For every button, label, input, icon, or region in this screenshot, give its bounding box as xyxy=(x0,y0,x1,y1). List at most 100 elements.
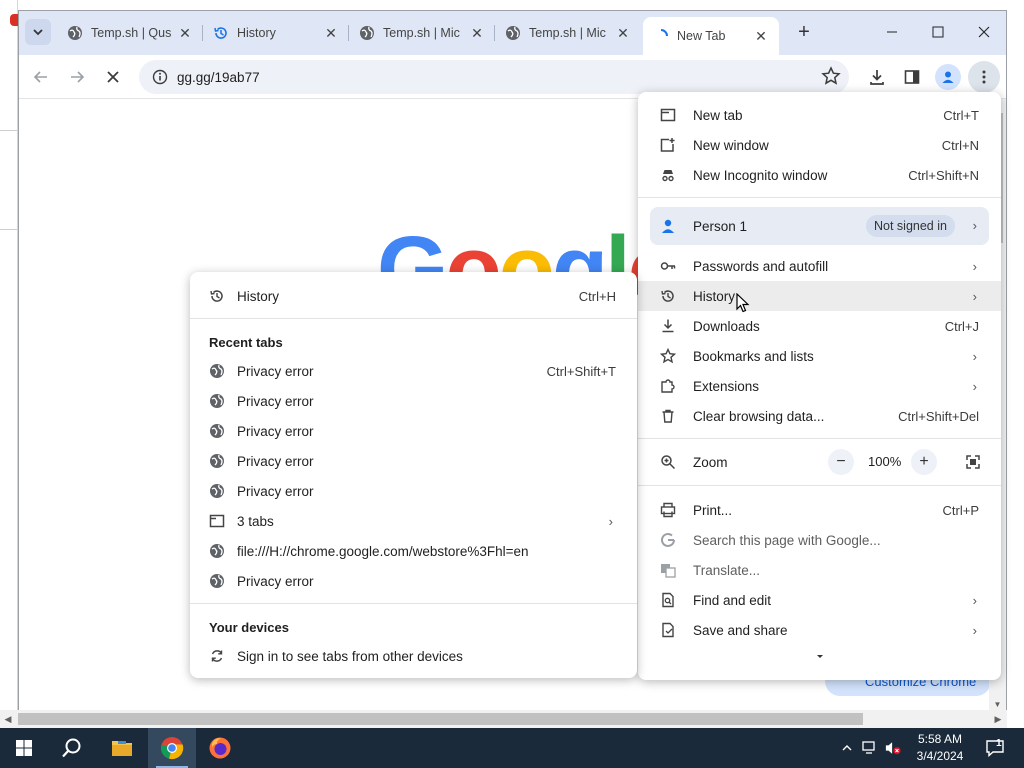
show-hidden-icons-button[interactable] xyxy=(839,740,855,756)
site-info-button[interactable] xyxy=(143,69,177,85)
menu-item-history[interactable]: History › xyxy=(638,281,1001,311)
forward-button[interactable] xyxy=(63,63,91,91)
menu-item-downloads[interactable]: Downloads Ctrl+J xyxy=(638,311,1001,341)
tab-search-button[interactable] xyxy=(25,19,51,45)
menu-item-search-page-google[interactable]: Search this page with Google... xyxy=(638,525,1001,555)
sign-in-devices-item[interactable]: Sign in to see tabs from other devices xyxy=(190,641,637,671)
chevron-down-icon xyxy=(33,29,43,36)
close-icon[interactable]: ✕ xyxy=(469,25,485,41)
menu-item-print[interactable]: Print... Ctrl+P xyxy=(638,495,1001,525)
tab-temp-sh-2[interactable]: Temp.sh | Mic ✕ xyxy=(349,17,495,49)
history-submenu: History Ctrl+H Recent tabs Privacy error… xyxy=(190,272,637,678)
person-icon xyxy=(662,219,674,233)
download-icon xyxy=(870,70,884,85)
url-text[interactable]: gg.gg/19ab77 xyxy=(177,70,260,85)
menu-item-label: Print... xyxy=(693,503,733,518)
loading-spinner-icon xyxy=(660,29,668,37)
recent-tab-item[interactable]: Privacy error xyxy=(190,386,637,416)
system-clock[interactable]: 5:58 AM 3/4/2024 xyxy=(904,731,976,765)
recent-window-item[interactable]: 3 tabs › xyxy=(190,506,637,536)
network-tray-icon[interactable] xyxy=(862,740,878,756)
recent-tab-label: Privacy error xyxy=(237,454,314,469)
tab-new-tab[interactable]: New Tab ✕ xyxy=(643,17,779,55)
chrome-menu-button[interactable] xyxy=(968,61,1000,93)
tab-history[interactable]: History ✕ xyxy=(203,17,349,49)
volume-muted-icon xyxy=(885,742,901,755)
recent-tab-item[interactable]: Privacy error xyxy=(190,566,637,596)
close-icon[interactable]: ✕ xyxy=(323,25,339,41)
menu-scroll-down-button[interactable] xyxy=(814,650,826,662)
chevron-right-icon: › xyxy=(972,593,977,608)
menu-separator xyxy=(190,318,637,319)
tab-temp-sh-1[interactable]: Temp.sh | Qus ✕ xyxy=(57,17,203,49)
history-item-label: History xyxy=(237,289,280,304)
menu-item-new-incognito-window[interactable]: New Incognito window Ctrl+Shift+N xyxy=(638,160,1001,190)
recent-tab-item[interactable]: Privacy error xyxy=(190,476,637,506)
scroll-right-arrow[interactable]: ▶ xyxy=(990,710,1006,728)
menu-item-person[interactable]: Person 1 Not signed in › xyxy=(650,207,989,245)
menu-item-passwords-autofill[interactable]: Passwords and autofill › xyxy=(638,251,1001,281)
fullscreen-button[interactable] xyxy=(960,449,986,475)
menu-item-label: History xyxy=(693,289,736,304)
key-icon xyxy=(660,262,676,270)
recent-tab-item[interactable]: Privacy error xyxy=(190,416,637,446)
menu-item-find-and-edit[interactable]: Find and edit › xyxy=(638,585,1001,615)
recent-tab-item[interactable]: Privacy error Ctrl+Shift+T xyxy=(190,356,637,386)
menu-item-label: New tab xyxy=(693,108,743,123)
file-explorer-taskbar-button[interactable] xyxy=(98,728,146,768)
close-icon[interactable]: ✕ xyxy=(753,28,769,44)
stop-loading-button[interactable] xyxy=(99,63,127,91)
globe-icon xyxy=(506,26,520,40)
person-icon xyxy=(942,71,954,83)
close-window-button[interactable] xyxy=(961,17,1006,47)
search-icon xyxy=(62,738,81,758)
recent-tab-label: Privacy error xyxy=(237,364,314,379)
bookmark-star-button[interactable] xyxy=(821,66,841,89)
desktop-app-icon xyxy=(10,14,18,26)
clock-time: 5:58 AM xyxy=(917,732,963,746)
menu-item-label: Extensions xyxy=(693,379,760,394)
firefox-taskbar-button[interactable] xyxy=(196,728,244,768)
maximize-button[interactable] xyxy=(915,17,961,47)
globe-icon xyxy=(210,424,224,438)
history-icon xyxy=(214,27,227,39)
side-panel-icon xyxy=(904,70,920,84)
menu-item-new-tab[interactable]: New tab Ctrl+T xyxy=(638,100,1001,130)
close-icon[interactable]: ✕ xyxy=(615,25,631,41)
notification-center-button[interactable]: 1 xyxy=(984,738,1006,757)
back-button[interactable] xyxy=(27,63,55,91)
recent-tab-item[interactable]: file:///H://chrome.google.com/webstore%3… xyxy=(190,536,637,566)
zoom-out-button[interactable]: − xyxy=(828,449,854,475)
menu-shortcut: Ctrl+Shift+Del xyxy=(898,409,979,424)
downloads-button[interactable] xyxy=(863,63,891,91)
menu-item-translate[interactable]: Translate... xyxy=(638,555,1001,585)
close-icon[interactable]: ✕ xyxy=(177,25,193,41)
menu-item-save-and-share[interactable]: Save and share › xyxy=(638,615,1001,645)
address-bar[interactable]: gg.gg/19ab77 xyxy=(139,60,849,94)
new-tab-button[interactable]: + xyxy=(791,19,817,45)
start-button[interactable] xyxy=(0,728,48,768)
caret-down-icon xyxy=(817,655,823,658)
profile-button[interactable] xyxy=(935,64,961,90)
recent-window-label: 3 tabs xyxy=(237,514,274,529)
side-panel-button[interactable] xyxy=(898,63,926,91)
chrome-taskbar-button[interactable] xyxy=(148,728,196,768)
tab-temp-sh-3[interactable]: Temp.sh | Mic ✕ xyxy=(495,17,641,49)
menu-item-extensions[interactable]: Extensions › xyxy=(638,371,1001,401)
volume-tray-icon[interactable] xyxy=(885,740,901,756)
horizontal-scrollbar[interactable]: ◀ ▶ xyxy=(0,710,1007,728)
mouse-cursor-icon xyxy=(736,293,750,313)
menu-item-bookmarks-lists[interactable]: Bookmarks and lists › xyxy=(638,341,1001,371)
taskbar-search-button[interactable] xyxy=(48,728,96,768)
menu-item-clear-browsing-data[interactable]: Clear browsing data... Ctrl+Shift+Del xyxy=(638,401,1001,431)
minimize-button[interactable] xyxy=(869,17,915,47)
taskbar: 5:58 AM 3/4/2024 1 xyxy=(0,728,1024,768)
scroll-left-arrow[interactable]: ◀ xyxy=(0,710,16,728)
menu-item-new-window[interactable]: New window Ctrl+N xyxy=(638,130,1001,160)
menu-item-zoom: Zoom xyxy=(638,447,1001,477)
recent-tab-item[interactable]: Privacy error xyxy=(190,446,637,476)
history-item-history[interactable]: History Ctrl+H xyxy=(190,281,637,311)
scroll-down-arrow[interactable]: ▼ xyxy=(989,697,1006,710)
zoom-in-button[interactable]: + xyxy=(911,449,937,475)
scrollbar-thumb[interactable] xyxy=(18,713,863,725)
